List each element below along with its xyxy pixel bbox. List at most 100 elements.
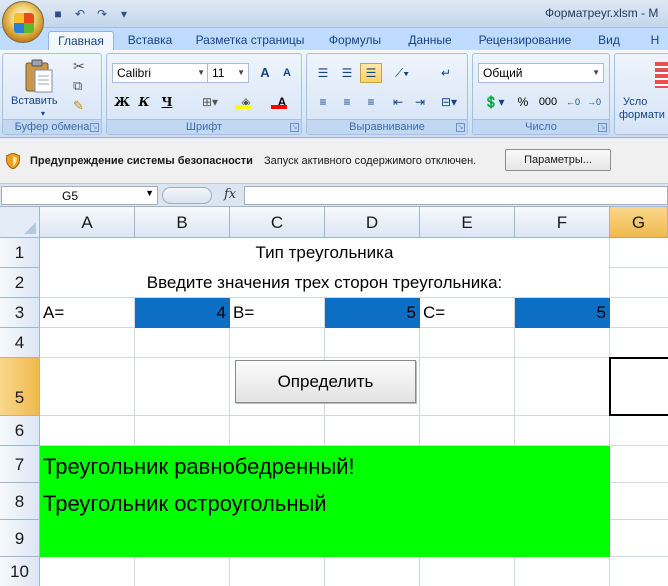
tab-partial[interactable]: Н: [645, 31, 665, 50]
gridline: [514, 557, 515, 586]
column-header-c[interactable]: C: [230, 207, 325, 238]
font-group-label: Шрифт: [107, 119, 301, 134]
input-c-cell[interactable]: 5: [515, 298, 606, 328]
tab-page-layout[interactable]: Разметка страницы: [190, 31, 310, 50]
customize-toolbar-icon[interactable]: ▾: [116, 6, 132, 22]
font-name-select[interactable]: Calibri ▼: [112, 63, 209, 83]
shrink-font-button[interactable]: A: [277, 63, 297, 83]
window-title: Форматреуг.xlsm - M: [545, 6, 659, 20]
security-options-button[interactable]: Параметры...: [505, 149, 611, 171]
decrease-decimal-icon[interactable]: →0: [584, 92, 604, 112]
currency-icon[interactable]: 💲▾: [478, 92, 510, 112]
font-launcher-icon[interactable]: ↘: [290, 123, 299, 132]
redo-icon[interactable]: ↷: [94, 6, 110, 22]
font-size-select[interactable]: 11 ▼: [207, 63, 249, 83]
label-b-cell[interactable]: B=: [233, 298, 254, 328]
label-c-cell[interactable]: C=: [423, 298, 445, 328]
formula-bar: G5 ▼ fx: [0, 184, 668, 207]
selected-cell-g5[interactable]: [609, 357, 668, 416]
alignment-launcher-icon[interactable]: ↘: [456, 123, 465, 132]
align-center-icon[interactable]: ≡: [336, 92, 358, 112]
tab-view[interactable]: Вид: [592, 31, 626, 50]
copy-icon[interactable]: ⧉: [73, 78, 82, 94]
input-b-cell[interactable]: 5: [325, 298, 416, 328]
insert-function-icon[interactable]: fx: [224, 187, 236, 202]
borders-icon[interactable]: ⊞▾: [195, 92, 225, 112]
paste-button[interactable]: Вставить: [11, 95, 58, 107]
tab-review[interactable]: Рецензирование: [470, 31, 580, 50]
format-painter-icon[interactable]: ✎: [73, 98, 84, 114]
percent-button[interactable]: %: [513, 92, 533, 112]
row-header-1[interactable]: 1: [0, 238, 40, 268]
undo-icon[interactable]: ↶: [72, 6, 88, 22]
row-header-3[interactable]: 3: [0, 298, 40, 328]
align-middle-icon[interactable]: ☰: [336, 63, 358, 83]
column-header-b[interactable]: B: [135, 207, 230, 238]
conditional-formatting-label[interactable]: Усло: [623, 96, 647, 108]
sheet-title-cell[interactable]: Тип треугольника: [40, 238, 609, 268]
conditional-formatting-label-2[interactable]: формати: [619, 109, 665, 121]
select-all-button[interactable]: [0, 207, 40, 238]
gridline: [514, 416, 515, 446]
determine-button[interactable]: Определить: [235, 360, 416, 403]
align-left-icon[interactable]: ≡: [312, 92, 334, 112]
column-header-f[interactable]: F: [515, 207, 610, 238]
wrap-text-icon[interactable]: ↵: [435, 63, 457, 83]
column-header-g[interactable]: G: [610, 207, 668, 238]
paste-dropdown-icon[interactable]: ▾: [41, 109, 45, 118]
tab-insert[interactable]: Вставка: [120, 31, 180, 50]
align-bottom-icon[interactable]: ☰: [360, 63, 382, 83]
tab-formulas[interactable]: Формулы: [322, 31, 388, 50]
result-line-2[interactable]: Треугольник остроугольный: [43, 485, 327, 522]
column-header-d[interactable]: D: [325, 207, 420, 238]
align-top-icon[interactable]: ☰: [312, 63, 334, 83]
quick-access-toolbar: ■ ↶ ↷ ▾: [50, 6, 132, 22]
name-box[interactable]: G5 ▼: [1, 186, 158, 205]
underline-button[interactable]: Ч: [156, 92, 178, 112]
row-header-5[interactable]: 5: [0, 358, 40, 416]
ribbon: Вставить ▾ ✂ ⧉ ✎ Буфер обмена ↘ Calibri ▼…: [0, 50, 668, 138]
clipboard-group: Вставить ▾ ✂ ⧉ ✎ Буфер обмена ↘: [2, 53, 102, 135]
formula-input[interactable]: [244, 186, 668, 205]
number-format-select[interactable]: Общий ▼: [478, 63, 604, 83]
tab-home[interactable]: Главная: [48, 31, 114, 50]
fill-color-icon[interactable]: ◈: [231, 92, 261, 112]
save-icon[interactable]: ■: [50, 6, 66, 22]
office-button[interactable]: [2, 1, 44, 43]
font-color-icon[interactable]: A: [267, 92, 297, 112]
result-line-1[interactable]: Треугольник равнобедренный!: [43, 448, 355, 485]
thousands-button[interactable]: 000: [535, 92, 561, 112]
row-header-2[interactable]: 2: [0, 268, 40, 298]
italic-button[interactable]: К: [134, 92, 154, 112]
increase-decimal-icon[interactable]: ←0: [563, 92, 583, 112]
chevron-down-icon: ▼: [197, 68, 205, 77]
clipboard-launcher-icon[interactable]: ↘: [90, 123, 99, 132]
column-header-a[interactable]: A: [40, 207, 135, 238]
bold-button[interactable]: Ж: [112, 92, 132, 112]
tab-data[interactable]: Данные: [400, 31, 460, 50]
grow-font-button[interactable]: A: [255, 63, 275, 83]
gridline: [229, 416, 230, 446]
shield-icon: [6, 153, 20, 169]
increase-indent-icon[interactable]: ⇥: [409, 92, 431, 112]
row-header-6[interactable]: 6: [0, 416, 40, 446]
number-launcher-icon[interactable]: ↘: [598, 123, 607, 132]
decrease-indent-icon[interactable]: ⇤: [387, 92, 409, 112]
sheet-prompt-cell[interactable]: Введите значения трех сторон треугольник…: [40, 268, 609, 298]
row-header-8[interactable]: 8: [0, 483, 40, 520]
row-header-7[interactable]: 7: [0, 446, 40, 483]
label-a-cell[interactable]: A=: [43, 298, 64, 328]
orientation-icon[interactable]: ⟋▾: [387, 63, 417, 83]
align-right-icon[interactable]: ≡: [360, 92, 382, 112]
row-header-9[interactable]: 9: [0, 520, 40, 557]
cut-icon[interactable]: ✂: [73, 58, 85, 75]
formula-bar-resize-handle[interactable]: [162, 187, 212, 204]
merge-center-icon[interactable]: ⊟▾: [435, 92, 463, 112]
paste-icon[interactable]: [23, 58, 55, 94]
row-header-10[interactable]: 10: [0, 557, 40, 586]
gridline: [134, 557, 135, 586]
column-header-e[interactable]: E: [420, 207, 515, 238]
conditional-formatting-icon[interactable]: [655, 62, 668, 88]
input-a-cell[interactable]: 4: [135, 298, 226, 328]
row-header-4[interactable]: 4: [0, 328, 40, 358]
